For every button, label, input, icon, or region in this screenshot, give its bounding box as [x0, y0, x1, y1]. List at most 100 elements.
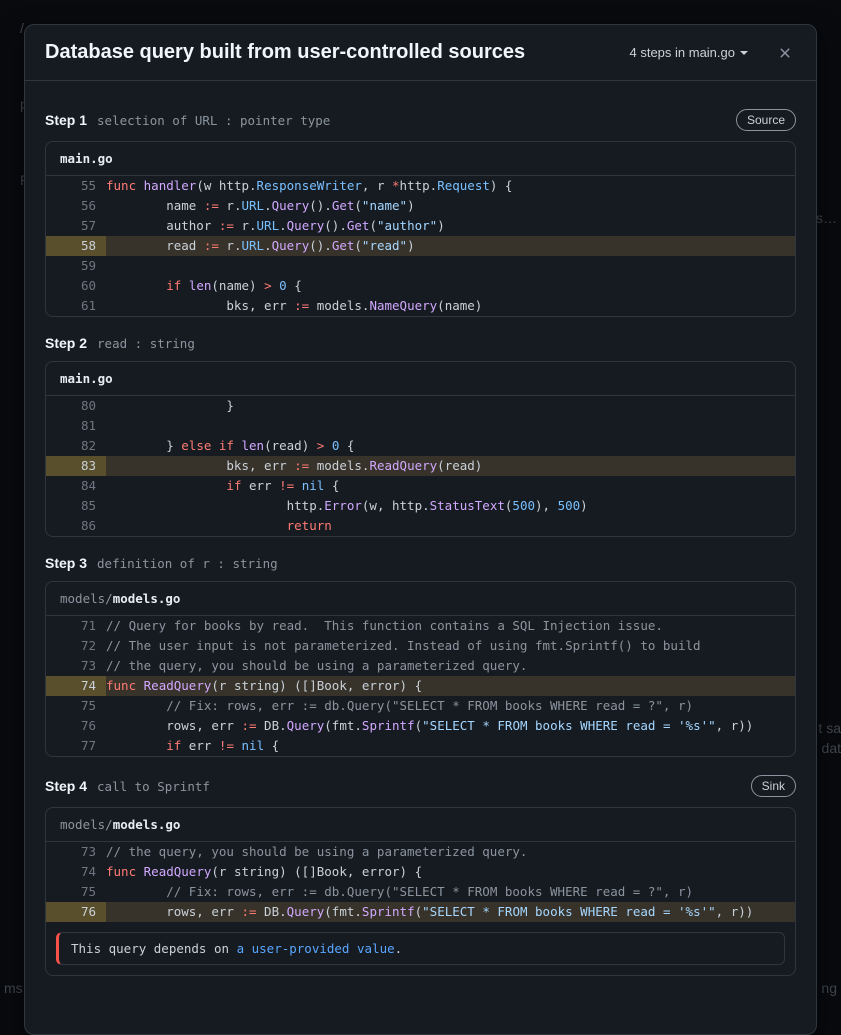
code-line[interactable]: 71// Query for books by read. This funct… [46, 616, 795, 636]
line-number: 59 [46, 256, 106, 276]
code-content: rows, err := DB.Query(fmt.Sprintf("SELEC… [106, 716, 795, 736]
code-listing: 80 }8182 } else if len(read) > 0 {83 bks… [46, 396, 795, 536]
code-content [106, 256, 795, 276]
line-number: 77 [46, 736, 106, 756]
line-number: 86 [46, 516, 106, 536]
code-line[interactable]: 83 bks, err := models.ReadQuery(read) [46, 456, 795, 476]
step-label: Step 3 [45, 555, 87, 571]
line-number: 55 [46, 176, 106, 196]
step-label: Step 4 [45, 778, 87, 794]
code-line[interactable]: 86 return [46, 516, 795, 536]
file-path[interactable]: models/models.go [46, 582, 795, 616]
code-line[interactable]: 85 http.Error(w, http.StatusText(500), 5… [46, 496, 795, 516]
modal-body[interactable]: Step 1selection of URL : pointer typeSou… [25, 81, 816, 1034]
code-line[interactable]: 56 name := r.URL.Query().Get("name") [46, 196, 795, 216]
code-content: // Query for books by read. This functio… [106, 616, 795, 636]
code-line[interactable]: 60 if len(name) > 0 { [46, 276, 795, 296]
code-content: // Fix: rows, err := db.Query("SELECT * … [106, 882, 795, 902]
code-listing: 73// the query, you should be using a pa… [46, 842, 795, 922]
line-number: 82 [46, 436, 106, 456]
code-line[interactable]: 75 // Fix: rows, err := db.Query("SELECT… [46, 696, 795, 716]
code-content: // Fix: rows, err := db.Query("SELECT * … [106, 696, 795, 716]
code-line[interactable]: 59 [46, 256, 795, 276]
step-group: Step 4 call to Sprintf Sink models/models.g… [45, 775, 796, 976]
code-content: read := r.URL.Query().Get("read") [106, 236, 795, 256]
code-content: if err != nil { [106, 476, 795, 496]
line-number: 74 [46, 676, 106, 696]
code-line[interactable]: 73// the query, you should be using a pa… [46, 842, 795, 862]
bg-ng: ng [821, 980, 837, 996]
code-line[interactable]: 82 } else if len(read) > 0 { [46, 436, 795, 456]
line-number: 58 [46, 236, 106, 256]
code-line[interactable]: 84 if err != nil { [46, 476, 795, 496]
code-line[interactable]: 61 bks, err := models.NameQuery(name) [46, 296, 795, 316]
step-header: Step 4 call to Sprintf Sink [45, 775, 796, 797]
code-content: func ReadQuery(r string) ([]Book, error)… [106, 862, 795, 882]
file-path[interactable]: models/models.go [46, 808, 795, 842]
code-line[interactable]: 80 } [46, 396, 795, 416]
code-line[interactable]: 76 rows, err := DB.Query(fmt.Sprintf("SE… [46, 902, 795, 922]
line-number: 83 [46, 456, 106, 476]
step-header: Step 2 read : string [45, 335, 796, 351]
code-content: if len(name) > 0 { [106, 276, 795, 296]
step-description: call to Sprintf [97, 779, 210, 794]
code-content: author := r.URL.Query().Get("author") [106, 216, 795, 236]
line-number: 75 [46, 696, 106, 716]
code-line[interactable]: 76 rows, err := DB.Query(fmt.Sprintf("SE… [46, 716, 795, 736]
code-content: bks, err := models.NameQuery(name) [106, 296, 795, 316]
step-description: definition of r : string [97, 556, 278, 571]
alert-link[interactable]: a user-provided value [237, 941, 395, 956]
code-content: } else if len(read) > 0 { [106, 436, 795, 456]
line-number: 80 [46, 396, 106, 416]
code-content: name := r.URL.Query().Get("name") [106, 196, 795, 216]
code-content: func handler(w http.ResponseWriter, r *h… [106, 176, 795, 196]
steps-dropdown[interactable]: 4 steps in main.go [629, 45, 748, 60]
line-number: 57 [46, 216, 106, 236]
line-number: 76 [46, 902, 106, 922]
step-badge: Sink [751, 775, 796, 797]
line-number: 72 [46, 636, 106, 656]
line-number: 71 [46, 616, 106, 636]
code-line[interactable]: 74func ReadQuery(r string) ([]Book, erro… [46, 676, 795, 696]
code-content: if err != nil { [106, 736, 795, 756]
bg-ms: ms [4, 980, 23, 996]
code-line[interactable]: 58 read := r.URL.Query().Get("read") [46, 236, 795, 256]
steps-dropdown-label: 4 steps in main.go [629, 45, 735, 60]
code-content: // the query, you should be using a para… [106, 656, 795, 676]
chevron-down-icon [740, 51, 748, 55]
code-line[interactable]: 57 author := r.URL.Query().Get("author") [46, 216, 795, 236]
line-number: 73 [46, 656, 106, 676]
line-number: 81 [46, 416, 106, 436]
alert-message: This query depends on a user-provided va… [56, 932, 785, 965]
code-line[interactable]: 81 [46, 416, 795, 436]
step-group: Step 2 read : string main.go80 }8182 } els… [45, 335, 796, 537]
code-line[interactable]: 77 if err != nil { [46, 736, 795, 756]
code-line[interactable]: 74func ReadQuery(r string) ([]Book, erro… [46, 862, 795, 882]
code-listing: 71// Query for books by read. This funct… [46, 616, 795, 756]
line-number: 60 [46, 276, 106, 296]
code-line[interactable]: 75 // Fix: rows, err := db.Query("SELECT… [46, 882, 795, 902]
step-description: read : string [97, 336, 195, 351]
step-description: selection of URL : pointer type [97, 113, 330, 128]
code-box: main.go55func handler(w http.ResponseWri… [45, 141, 796, 317]
file-path[interactable]: main.go [46, 362, 795, 396]
code-content: return [106, 516, 795, 536]
close-icon [777, 45, 793, 61]
code-content: // The user input is not parameterized. … [106, 636, 795, 656]
step-group: Step 3 definition of r : string models/mod… [45, 555, 796, 757]
code-listing: 55func handler(w http.ResponseWriter, r … [46, 176, 795, 316]
line-number: 56 [46, 196, 106, 216]
code-content: http.Error(w, http.StatusText(500), 500) [106, 496, 795, 516]
step-label: Step 1 [45, 112, 87, 128]
code-line[interactable]: 72// The user input is not parameterized… [46, 636, 795, 656]
code-line[interactable]: 55func handler(w http.ResponseWriter, r … [46, 176, 795, 196]
file-path[interactable]: main.go [46, 142, 795, 176]
code-box: models/models.go71// Query for books by … [45, 581, 796, 757]
step-label: Step 2 [45, 335, 87, 351]
line-number: 73 [46, 842, 106, 862]
code-box: main.go80 }8182 } else if len(read) > 0 … [45, 361, 796, 537]
code-line[interactable]: 73// the query, you should be using a pa… [46, 656, 795, 676]
close-button[interactable] [774, 42, 796, 64]
code-content: func ReadQuery(r string) ([]Book, error)… [106, 676, 795, 696]
code-content: rows, err := DB.Query(fmt.Sprintf("SELEC… [106, 902, 795, 922]
